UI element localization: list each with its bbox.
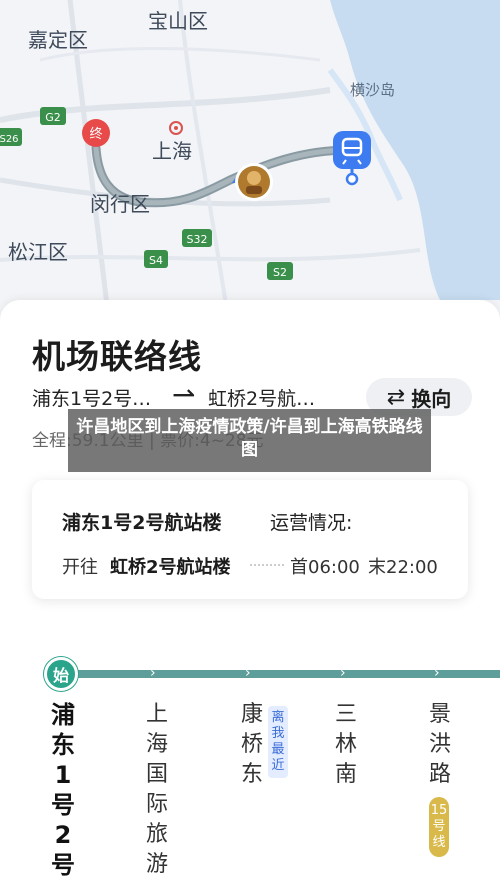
last-train-time: 末22:00	[368, 557, 438, 578]
swap-arrows-icon: ⇄	[386, 384, 406, 410]
operation-status-label: 运营情况:	[270, 512, 353, 534]
line-terminus-pin-icon[interactable]: 终	[82, 119, 110, 147]
track-chevron-icon: ›	[340, 665, 346, 681]
route-arrow-icon: ⇀	[172, 378, 196, 411]
transfer-line-badge[interactable]: 15号线	[429, 797, 449, 857]
station-item[interactable]: 浦东1号2号	[48, 700, 78, 880]
track-chevron-icon: ›	[245, 665, 251, 681]
start-station-badge: 始	[44, 657, 78, 691]
highway-shield-g2: G2	[40, 107, 66, 125]
current-station-name: 浦东1号2号航站楼	[62, 512, 222, 534]
svg-text:G2: G2	[45, 111, 61, 124]
track-chevron-icon: ›	[150, 665, 156, 681]
svg-text:S32: S32	[187, 233, 208, 246]
map-view[interactable]: G2 S26 S32 S4 S2 宝山区 嘉定区 上海 闵行区 松江区 横沙岛	[0, 0, 500, 331]
map-label-minhang: 闵行区	[90, 192, 150, 216]
route-origin: 浦东1号2号…	[32, 388, 152, 410]
nearest-station-tag: 离我最近	[268, 706, 288, 778]
route-destination: 虹桥2号航…	[208, 388, 316, 410]
station-item[interactable]: 景洪路	[425, 700, 455, 790]
svg-text:S4: S4	[149, 254, 163, 267]
first-train-time: 首06:00	[290, 557, 360, 578]
line-title: 机场联络线	[32, 337, 202, 376]
station-item[interactable]: 上海国际旅游	[142, 700, 172, 880]
map-label-baoshan: 宝山区	[148, 9, 208, 33]
map-label-shanghai: 上海	[152, 139, 192, 163]
map-label-songjiang: 松江区	[8, 240, 68, 264]
station-info-card[interactable]: 浦东1号2号航站楼 运营情况: 开往 虹桥2号航站楼 首06:00 末22:00	[32, 480, 468, 599]
highway-shield-s2: S2	[267, 262, 293, 280]
map-label-hengsha: 横沙岛	[350, 81, 395, 99]
highway-shield-s32: S32	[182, 229, 212, 247]
svg-text:S26: S26	[0, 134, 19, 145]
map-label-jiading: 嘉定区	[28, 28, 88, 52]
divider-dots	[250, 564, 284, 566]
line-detail-sheet[interactable]: 机场联络线 浦东1号2号… ⇀ 虹桥2号航… ⇄ 换向 全程:59.1公里 | …	[0, 300, 500, 881]
direction-label: 开往	[62, 557, 98, 578]
overlay-caption-banner: 许昌地区到上海疫情政策/许昌到上海高铁路线图	[68, 409, 431, 472]
svg-text:终: 终	[89, 126, 102, 142]
direction-value: 虹桥2号航站楼	[110, 557, 231, 578]
station-item[interactable]: 康桥东	[237, 700, 267, 790]
map-canvas: G2 S26 S32 S4 S2 宝山区 嘉定区 上海 闵行区 松江区 横沙岛	[0, 0, 500, 331]
track-chevron-icon: ›	[434, 665, 440, 681]
highway-shield-s26: S26	[0, 128, 22, 146]
switch-direction-label: 换向	[411, 386, 452, 411]
highway-shield-s4: S4	[144, 250, 168, 268]
station-item[interactable]: 三林南	[331, 700, 361, 790]
svg-text:S2: S2	[273, 266, 287, 279]
